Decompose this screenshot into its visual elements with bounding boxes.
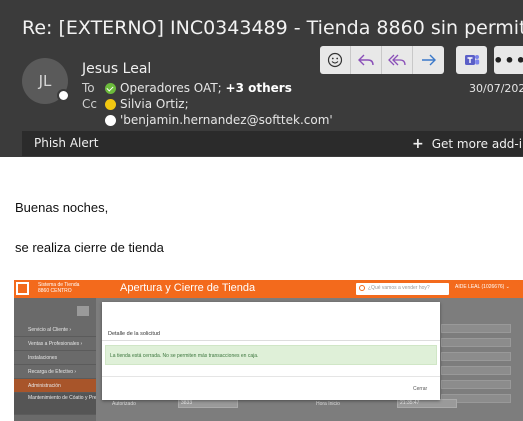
teams-icon (464, 55, 479, 65)
sent-date: 30/07/2023 (469, 82, 523, 95)
phish-alert-button[interactable]: Phish Alert (34, 136, 98, 150)
sidebar-item-recarga: Recarga de Efectivo › (14, 365, 96, 379)
search-placeholder: ¿Qué vamos a vender hoy? (368, 285, 430, 291)
recipient-silvia[interactable]: Silvia Ortiz; (120, 97, 189, 111)
close-button: Cerrar (413, 386, 428, 392)
body-greeting: Buenas noches, (15, 200, 109, 215)
smiley-icon (327, 52, 343, 68)
reply-all-button[interactable] (382, 46, 413, 74)
background-field (441, 380, 511, 389)
forward-icon (421, 54, 436, 66)
reply-button[interactable] (351, 46, 382, 74)
to-label: To (82, 81, 95, 95)
embedded-screenshot: Sistema de Tienda 8860 CENTRO Apertura y … (14, 280, 523, 421)
reply-icon (358, 54, 374, 66)
alert-message: La tienda está cerrada. No se permiten m… (110, 353, 259, 359)
message-header: Re: [EXTERNO] INC0343489 - Tienda 8860 s… (0, 0, 523, 157)
addin-bar: Phish Alert + Get more add-ins (22, 131, 523, 156)
reply-all-icon (388, 54, 406, 66)
plus-icon: + (412, 136, 424, 152)
user-menu: AIDE LEAL (1026676) ⌄ (455, 284, 510, 290)
get-more-addins-button[interactable]: + Get more add-ins (412, 136, 523, 152)
app-header-bar: Sistema de Tienda 8860 CENTRO Apertura y … (14, 280, 523, 298)
sidebar-item-instalaciones: Instalaciones (14, 351, 96, 365)
offline-status-icon (105, 114, 116, 126)
recipient-benjamin[interactable]: 'benjamin.hernandez@softtek.com' (120, 113, 333, 127)
cc-label: Cc (82, 97, 97, 111)
sender-name[interactable]: Jesus Leal (82, 61, 151, 77)
teams-button[interactable] (456, 46, 487, 74)
start-time-label: Hora Inicio (316, 401, 340, 407)
store-closed-alert: La tienda está cerrada. No se permiten m… (105, 345, 437, 365)
forward-button[interactable] (413, 46, 444, 74)
app-title: Apertura y Cierre de Tienda (120, 282, 256, 294)
react-button[interactable] (320, 46, 351, 74)
background-field (441, 324, 511, 333)
message-actions (320, 46, 444, 74)
body-line: se realiza cierre de tienda (15, 240, 164, 255)
start-time-value: 21:35:47 (397, 399, 457, 408)
email-subject: Re: [EXTERNO] INC0343489 - Tienda 8860 s… (22, 17, 523, 39)
recipient-operadores[interactable]: Operadores OAT; (120, 81, 222, 95)
search-input: ¿Qué vamos a vender hoy? (356, 283, 449, 295)
modal-title: Detalle de la solicitud (108, 331, 160, 337)
others-link[interactable]: +3 others (226, 81, 292, 95)
background-field (441, 338, 511, 347)
system-name: Sistema de Tienda 8860 CENTRO (38, 282, 79, 294)
search-icon (359, 285, 365, 291)
to-recipients: Operadores OAT; +3 others (105, 81, 292, 95)
cc-recipient-1: Silvia Ortiz; (105, 97, 189, 111)
authorized-label: Autorizado (112, 401, 136, 407)
sidebar-item-mantenimiento: Mantenimiento de Cóatio y Precio (14, 393, 103, 415)
system-name-line-2: 8860 CENTRO (38, 288, 72, 294)
sidebar-item-administracion: Administración (14, 379, 96, 393)
modal-divider (102, 340, 440, 341)
away-status-icon (105, 98, 116, 110)
menu-icon (77, 306, 89, 316)
background-field (441, 352, 511, 361)
authorized-value: 3833 (178, 399, 238, 408)
request-detail-modal: Detalle de la solicitud La tienda está c… (102, 302, 440, 400)
more-actions-button[interactable]: ••• (493, 46, 523, 74)
sidebar-item-ventas: Ventas a Profesionales › (14, 337, 96, 351)
background-field (441, 366, 511, 375)
sidebar-item-servicio: Servicio al Cliente › (14, 323, 96, 337)
available-status-icon (105, 82, 116, 94)
modal-footer-divider (102, 376, 440, 377)
cc-recipient-2: 'benjamin.hernandez@softtek.com' (105, 113, 333, 127)
get-more-addins-label: Get more add-ins (431, 137, 523, 151)
home-depot-logo-icon (16, 282, 29, 295)
app-sidebar: Servicio al Cliente › Ventas a Profesion… (14, 298, 103, 421)
presence-status-icon (57, 89, 70, 102)
